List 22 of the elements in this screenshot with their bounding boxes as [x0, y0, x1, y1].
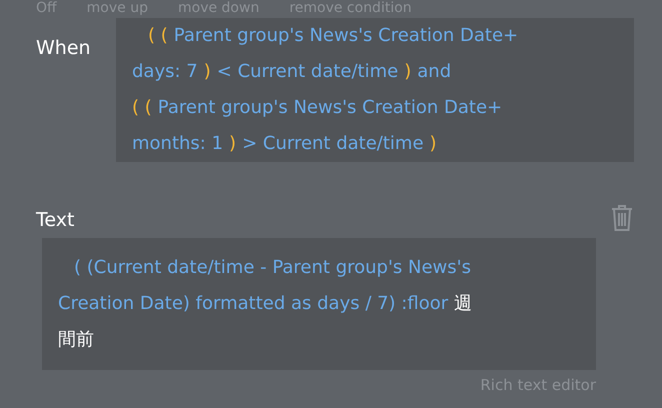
expression-token: ( ( [148, 24, 168, 48]
field-label: Text [36, 208, 74, 232]
expression-token: ) [404, 60, 412, 84]
trash-icon[interactable] [610, 204, 634, 232]
expression-token: ( ( [132, 96, 152, 120]
expression-token: Parent group's News's Creation Date+ [174, 24, 518, 48]
expression-token: and [417, 60, 452, 84]
expression-token: 週 [454, 292, 472, 316]
expression-token: Creation Date) formatted as days / 7) :floor [58, 292, 448, 316]
expression-token: days: 7 [132, 60, 198, 84]
expression-token: ) [204, 60, 211, 84]
expression-token: < Current date/time [216, 60, 398, 84]
expression-field[interactable]: ( ( Parent group's News's Creation Date+ days: 7 ) < Current date/time ) and ( ( Parent group's News's Creation Date+ months: 1 ) > Current date/time ) [116, 18, 634, 162]
expression-token: ) [430, 132, 437, 156]
expression-token: ( (Current date/time - Parent group's News's [74, 256, 471, 280]
expression-field[interactable]: ( (Current date/time - Parent group's News's Creation Date) formatted as days / 7) :floor 週 間前 [42, 238, 596, 370]
expression-token: months: 1 [132, 132, 224, 156]
expression-token: > Current date/time [242, 132, 424, 156]
expression-token: ) [229, 132, 236, 156]
expression-token: 間前 [58, 328, 94, 352]
field-label: When [35, 36, 92, 60]
expression-token: Parent group's News's Creation Date+ [158, 96, 502, 120]
